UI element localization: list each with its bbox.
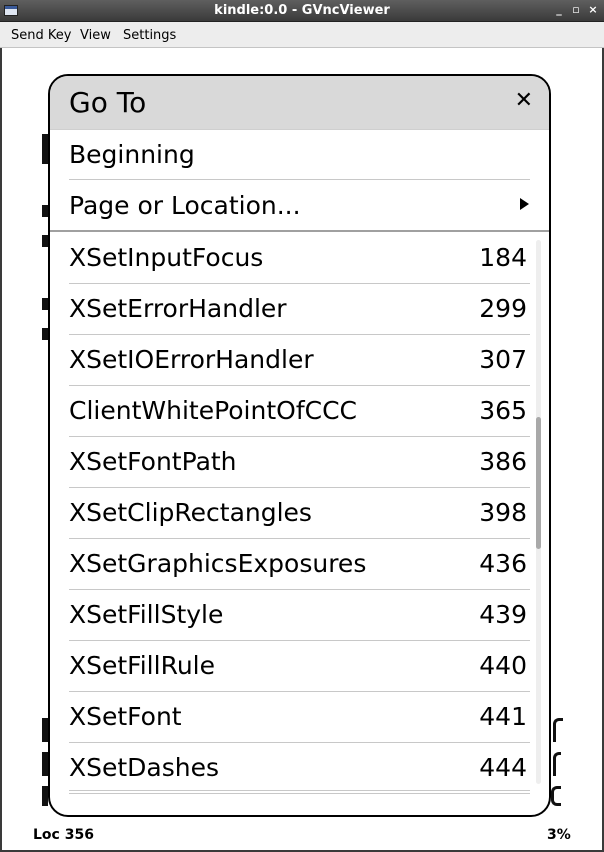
entry-name: XSetFillRule [69, 651, 215, 680]
toc-entry-list: XSetInputFocus 184 XSetErrorHandler 299 XSet… [50, 233, 549, 794]
progress-percent: 3% [547, 827, 571, 843]
toc-entry-row[interactable]: XSetInputFocus 184 [50, 233, 549, 284]
dialog-header: Go To ✕ [50, 76, 549, 130]
entry-name: XSetInputFocus [69, 243, 264, 272]
entry-location: 365 [479, 396, 527, 425]
toc-entry-row[interactable]: XSetErrorHandler 299 [50, 284, 549, 335]
close-icon[interactable]: ✕ [515, 88, 533, 113]
goto-beginning-option[interactable]: Beginning [50, 129, 549, 180]
window-frame-left [0, 48, 2, 852]
entry-name: ClientWhitePointOfCCC [69, 396, 357, 425]
row-divider [69, 793, 530, 794]
section-divider [50, 230, 549, 232]
entry-location: 184 [479, 243, 527, 272]
beginning-label: Beginning [69, 140, 195, 169]
chevron-right-icon [520, 198, 529, 210]
entry-name: XSetClipRectangles [69, 498, 312, 527]
entry-location: 307 [479, 345, 527, 374]
toc-entry-row[interactable]: XSetFont 441 [50, 692, 549, 743]
entry-name: XSetGraphicsExposures [69, 549, 367, 578]
entry-location: 444 [479, 753, 527, 782]
entry-name: XSetDashes [69, 753, 220, 782]
goto-page-location-option[interactable]: Page or Location... [50, 180, 549, 231]
window-title-bar: kindle:0.0 - GVncViewer _ ▫ × [0, 0, 604, 22]
entry-location: 398 [479, 498, 527, 527]
menu-send-key[interactable]: Send Key [11, 28, 71, 43]
close-window-icon[interactable]: × [586, 3, 600, 16]
entry-location: 439 [479, 600, 527, 629]
toc-entry-row[interactable]: XSetIOErrorHandler 307 [50, 335, 549, 386]
dialog-title: Go To [69, 86, 147, 119]
entry-name: XSetFont [69, 702, 182, 731]
entry-location: 386 [479, 447, 527, 476]
entry-name: XSetIOErrorHandler [69, 345, 314, 374]
toc-entry-row[interactable]: ClientWhitePointOfCCC 365 [50, 386, 549, 437]
entry-name: XSetFontPath [69, 447, 237, 476]
goto-dialog: Go To ✕ Beginning Page or Location... XS… [48, 74, 551, 817]
entry-location: 441 [479, 702, 527, 731]
toc-entry-row[interactable]: XSetDashes 444 [50, 743, 549, 794]
divider [69, 790, 530, 791]
entry-name: XSetErrorHandler [69, 294, 287, 323]
menu-bar: Send Key View Settings [0, 22, 604, 48]
toc-entry-row[interactable]: XSetClipRectangles 398 [50, 488, 549, 539]
location-indicator: Loc 356 [33, 827, 94, 843]
toc-entry-row[interactable]: XSetFillRule 440 [50, 641, 549, 692]
toc-entry-row[interactable]: XSetGraphicsExposures 436 [50, 539, 549, 590]
entry-location: 299 [479, 294, 527, 323]
scrollbar-thumb[interactable] [536, 417, 541, 549]
entry-location: 436 [479, 549, 527, 578]
page-location-label: Page or Location... [69, 191, 301, 220]
entry-name: XSetFillStyle [69, 600, 224, 629]
entry-location: 440 [479, 651, 527, 680]
toc-entry-row[interactable]: XSetFillStyle 439 [50, 590, 549, 641]
toc-entry-row[interactable]: XSetFontPath 386 [50, 437, 549, 488]
menu-view[interactable]: View [80, 28, 111, 43]
maximize-icon[interactable]: ▫ [569, 3, 583, 16]
menu-settings[interactable]: Settings [123, 28, 176, 43]
window-title: kindle:0.0 - GVncViewer [214, 3, 390, 18]
minimize-icon[interactable]: _ [552, 3, 566, 16]
